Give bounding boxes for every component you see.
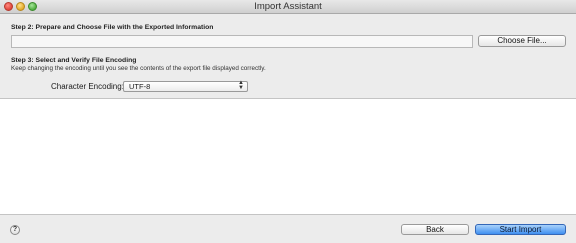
step3-label: Step 3: Select and Verify File Encoding [11,57,137,64]
window-titlebar: Import Assistant [0,0,576,14]
start-import-button[interactable]: Start Import [475,224,566,235]
character-encoding-select[interactable]: UTF-8 ▲ ▼ [123,80,248,92]
character-encoding-label: Character Encoding: [51,82,124,91]
window-title: Import Assistant [254,1,322,12]
step3-hint: Keep changing the encoding until you see… [11,65,266,72]
choose-file-button[interactable]: Choose File... [478,35,566,47]
select-arrows-icon: ▲ ▼ [238,80,244,91]
encoding-value: UTF-8 [129,82,151,91]
file-preview-area [0,98,576,215]
step2-label: Step 2: Prepare and Choose File with the… [11,24,214,31]
file-path-field[interactable] [11,35,473,48]
help-button[interactable]: ? [10,225,20,235]
back-button[interactable]: Back [401,224,469,235]
